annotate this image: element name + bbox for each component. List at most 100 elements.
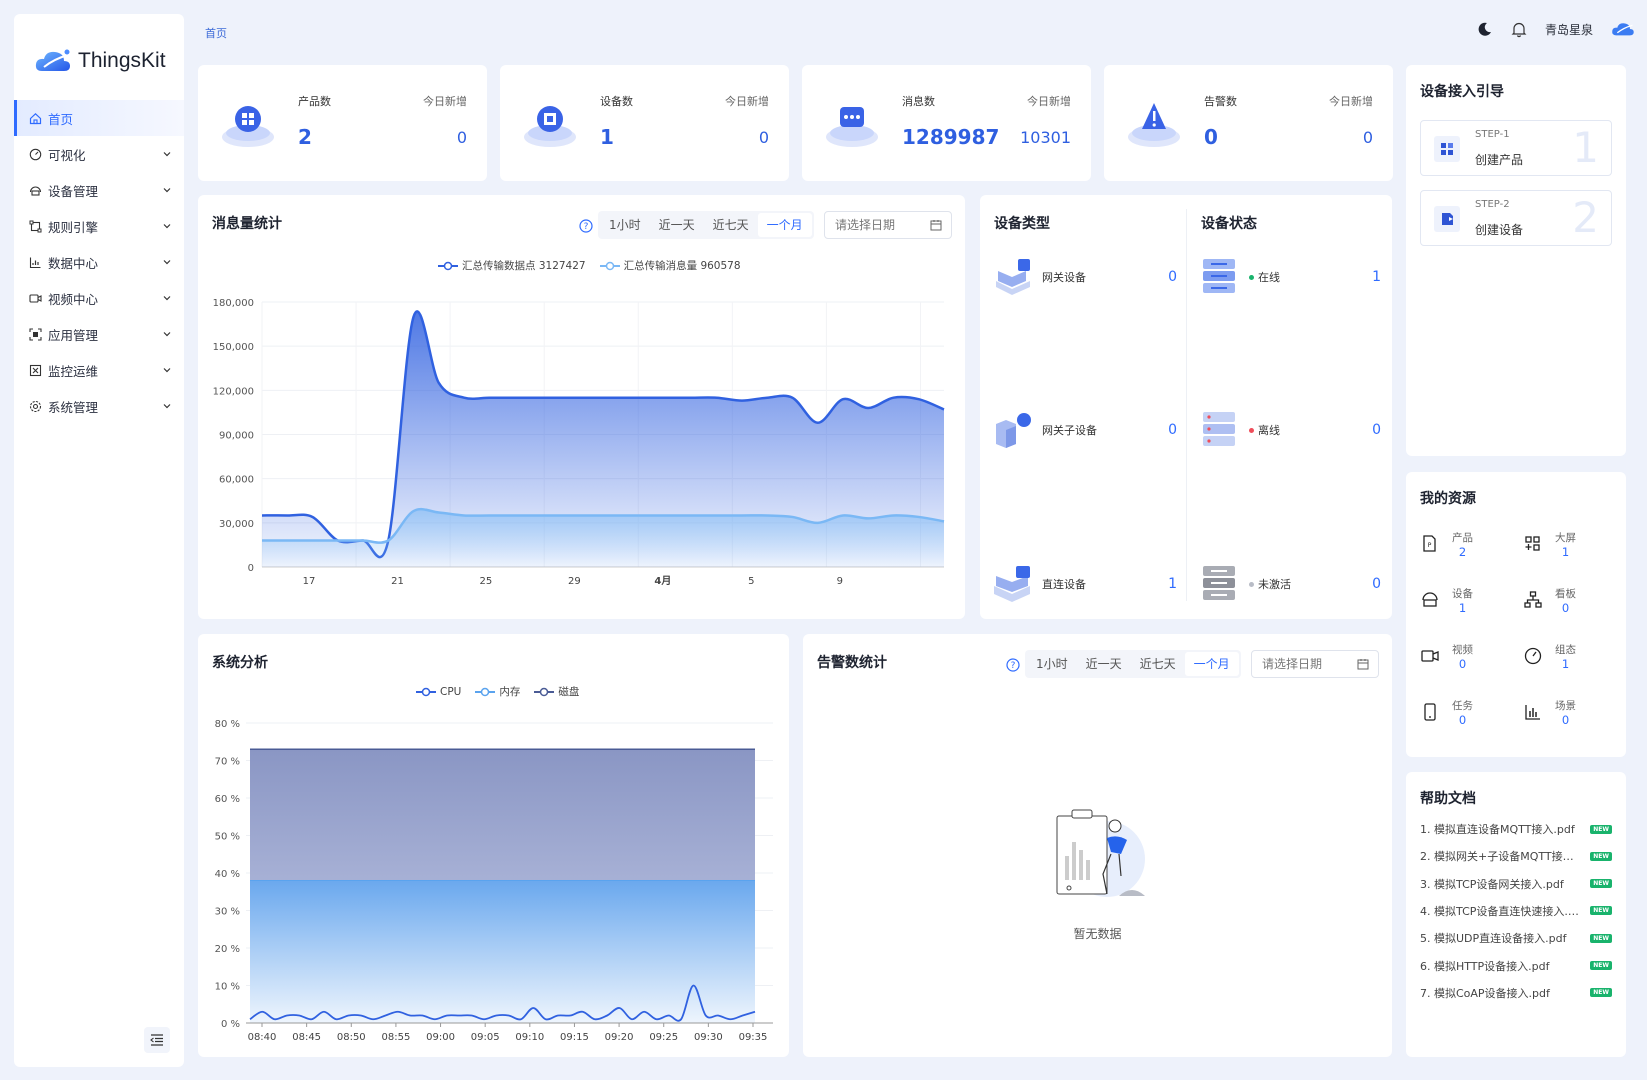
- sidebar-item-system-management[interactable]: 系统管理: [14, 388, 184, 424]
- card-title: 设备状态: [1201, 216, 1257, 232]
- legend-label: 磁盘: [558, 686, 580, 698]
- resource-value: 1: [1561, 545, 1570, 559]
- resource-item[interactable]: 场景 0: [1523, 698, 1576, 727]
- resource-item[interactable]: 设备 1: [1420, 586, 1473, 615]
- legend-item[interactable]: 汇总传输数据点 3127427: [438, 258, 586, 273]
- resource-item[interactable]: 大屏 1: [1523, 530, 1576, 559]
- sidebar-item-rule-engine[interactable]: 规则引擎: [14, 208, 184, 244]
- range-1m[interactable]: 一个月: [757, 213, 812, 237]
- chevron-down-icon: [163, 296, 171, 301]
- sidebar-item-label: 设备管理: [48, 183, 99, 199]
- resource-item[interactable]: 视频 0: [1420, 642, 1473, 671]
- help-doc-title: 4. 模拟TCP设备直连快速接入.pdf: [1420, 904, 1585, 918]
- legend-item[interactable]: 汇总传输消息量 960578: [599, 258, 741, 273]
- help-icon[interactable]: ?: [1006, 658, 1020, 672]
- range-7d[interactable]: 近七天: [1131, 652, 1185, 676]
- sidebar-item-device-management[interactable]: 设备管理: [14, 172, 184, 208]
- help-doc-link[interactable]: 3. 模拟TCP设备网关接入.pdf NEW: [1420, 876, 1612, 892]
- sidebar-item-label: 数据中心: [48, 255, 99, 271]
- sidebar: ThingsKit 首页 可视化 设备管理 规则引擎 数据中心 视频中心 应用管…: [14, 14, 184, 1067]
- device-status-value: 1: [1372, 269, 1381, 285]
- system-analysis-card: 系统分析 CPU 内存 磁盘 0 % 10 % 20 % 30 % 40 % 50 % 60…: [198, 634, 789, 1057]
- legend-label: 内存: [499, 686, 521, 698]
- help-doc-link[interactable]: 1. 模拟直连设备MQTT接入.pdf NEW: [1420, 821, 1612, 837]
- help-doc-title: 3. 模拟TCP设备网关接入.pdf: [1420, 877, 1564, 891]
- device-type-value: 0: [1168, 269, 1177, 285]
- date-picker[interactable]: 请选择日期: [824, 211, 952, 239]
- breadcrumb[interactable]: 首页: [205, 25, 227, 41]
- resource-item[interactable]: 看板 0: [1523, 586, 1576, 615]
- sidebar-item-home[interactable]: 首页: [14, 100, 184, 136]
- legend-marker-icon: [599, 261, 620, 270]
- help-doc-link[interactable]: 4. 模拟TCP设备直连快速接入.pdf NEW: [1420, 903, 1612, 919]
- rule-icon: [28, 219, 42, 233]
- chevron-down-icon: [163, 152, 171, 157]
- new-badge: NEW: [1590, 824, 1612, 834]
- resource-value: 0: [1561, 713, 1570, 727]
- date-picker[interactable]: 请选择日期: [1251, 650, 1379, 678]
- range-7d[interactable]: 近七天: [704, 213, 758, 237]
- help-doc-link[interactable]: 6. 模拟HTTP设备接入.pdf NEW: [1420, 958, 1612, 974]
- sidebar-item-visualization[interactable]: 可视化: [14, 136, 184, 172]
- chart-legend: CPU 内存 磁盘: [416, 684, 579, 699]
- resource-item[interactable]: 组态 1: [1523, 642, 1576, 671]
- y-tick-label: 90,000: [219, 431, 254, 442]
- sidebar-item-app-management[interactable]: 应用管理: [14, 316, 184, 352]
- resource-label: 大屏: [1555, 532, 1576, 544]
- sidebar-item-data-center[interactable]: 数据中心: [14, 244, 184, 280]
- chip-icon: [524, 106, 576, 147]
- help-doc-link[interactable]: 7. 模拟CoAP设备接入.pdf NEW: [1420, 985, 1612, 1001]
- range-1h[interactable]: 1小时: [1027, 652, 1077, 676]
- step-icon-bg: [1434, 136, 1460, 162]
- legend-item[interactable]: CPU: [416, 684, 461, 699]
- range-1d[interactable]: 近一天: [650, 213, 704, 237]
- x-tick-label: 08:50: [337, 1032, 366, 1043]
- svg-text:?: ?: [584, 222, 589, 232]
- stat-today-label: 今日新增: [423, 95, 467, 108]
- help-icon[interactable]: ?: [579, 219, 593, 233]
- range-1m[interactable]: 一个月: [1184, 652, 1239, 676]
- y-tick-label: 0 %: [221, 1019, 240, 1030]
- bell-icon[interactable]: [1511, 21, 1527, 38]
- step-number: STEP-2: [1475, 199, 1510, 210]
- resource-item[interactable]: P 产品 2: [1420, 530, 1473, 559]
- y-tick-label: 30,000: [219, 519, 254, 530]
- help-doc-title: 6. 模拟HTTP设备接入.pdf: [1420, 959, 1550, 973]
- guide-step-create-product[interactable]: STEP-1 创建产品 1: [1420, 120, 1612, 176]
- avatar[interactable]: [1611, 20, 1635, 38]
- y-tick-label: 10 %: [215, 982, 240, 993]
- legend-marker-icon: [534, 687, 555, 696]
- device-status-row: 在线 1: [1201, 257, 1381, 297]
- user-name[interactable]: 青岛星泉: [1545, 21, 1593, 38]
- help-doc-link[interactable]: 2. 模拟网关+子设备MQTT接入.pdf NEW: [1420, 848, 1612, 864]
- legend-item[interactable]: 内存: [475, 684, 520, 699]
- device-summary-card: 设备类型 设备状态 网关设备 0 网关子设备 0 直连设备 1 在线 1 离线 …: [980, 195, 1392, 619]
- resource-item[interactable]: 任务 0: [1420, 698, 1473, 727]
- range-1h[interactable]: 1小时: [600, 213, 650, 237]
- new-badge: NEW: [1590, 961, 1612, 970]
- help-doc-link[interactable]: 5. 模拟UDP直连设备接入.pdf NEW: [1420, 930, 1612, 946]
- gateway-icon: [996, 259, 1030, 295]
- x-tick-label: 08:55: [381, 1032, 410, 1043]
- sidebar-item-video-center[interactable]: 视频中心: [14, 280, 184, 316]
- card-title: 系统分析: [212, 655, 268, 671]
- logo[interactable]: ThingsKit: [14, 14, 184, 84]
- range-1d[interactable]: 近一天: [1077, 652, 1131, 676]
- legend-item[interactable]: 磁盘: [534, 684, 579, 699]
- legend-label: 汇总传输数据点 3127427: [462, 260, 586, 272]
- x-tick-label: 21: [391, 576, 404, 587]
- guide-step-create-device[interactable]: STEP-2 创建设备 2: [1420, 190, 1612, 246]
- status-dot: [1249, 427, 1254, 433]
- sidebar-nav: 首页 可视化 设备管理 规则引擎 数据中心 视频中心 应用管理 监控运维 系统管…: [14, 100, 184, 424]
- status-dot: [1249, 274, 1254, 280]
- new-badge: NEW: [1590, 906, 1612, 916]
- stat-today-value: 0: [758, 128, 769, 147]
- resource-label: 任务: [1452, 700, 1473, 712]
- moon-icon[interactable]: [1477, 21, 1493, 37]
- y-tick-label: 20 %: [215, 944, 240, 955]
- sidebar-item-monitoring[interactable]: 监控运维: [14, 352, 184, 388]
- x-tick-label: 09:05: [471, 1032, 500, 1043]
- x-tick-label: 5: [748, 576, 754, 587]
- collapse-sidebar-button[interactable]: [144, 1027, 170, 1053]
- resource-label: 看板: [1555, 588, 1576, 600]
